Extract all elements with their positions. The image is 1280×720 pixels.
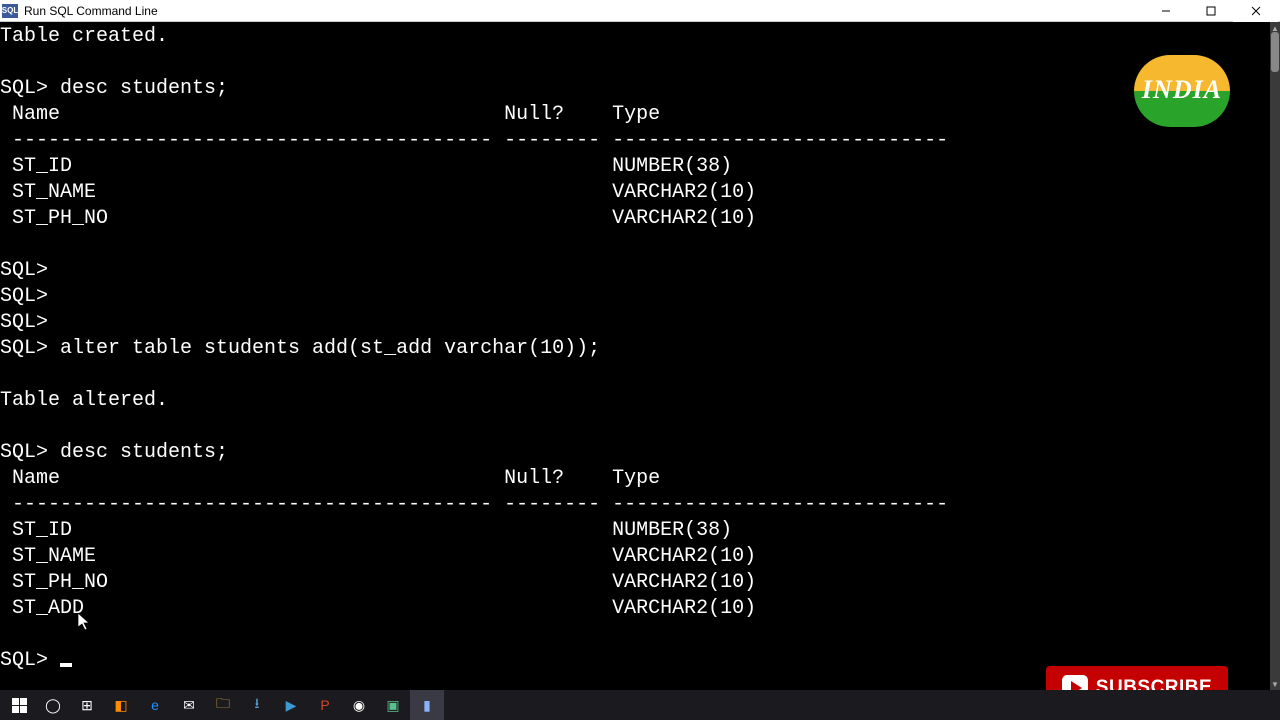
taskbar-app-edge-icon[interactable]: e bbox=[138, 690, 172, 720]
app-icon: SQL bbox=[2, 4, 18, 18]
window-controls bbox=[1143, 0, 1278, 22]
window-title: Run SQL Command Line bbox=[24, 4, 158, 18]
start-button[interactable] bbox=[2, 690, 36, 720]
minimize-button[interactable] bbox=[1143, 0, 1188, 22]
taskbar-app-explorer-icon[interactable]: 🗀 bbox=[206, 690, 240, 720]
taskbar-app-mail-icon[interactable]: ✉ bbox=[172, 690, 206, 720]
maximize-button[interactable] bbox=[1188, 0, 1233, 22]
vertical-scrollbar[interactable]: ▲ ▼ bbox=[1270, 22, 1280, 690]
india-logo: INDIA bbox=[1134, 55, 1230, 127]
cortana-icon[interactable]: ◯ bbox=[36, 690, 70, 720]
window-titlebar: SQL Run SQL Command Line bbox=[0, 0, 1280, 22]
taskbar-app-chrome-icon[interactable]: ◉ bbox=[342, 690, 376, 720]
taskbar: ◯ ⊞ ◧ e ✉ 🗀 ⭳ ▶ P ◉ ▣ ▮ bbox=[0, 690, 1280, 720]
taskbar-app-sqlcmd-icon[interactable]: ▮ bbox=[410, 690, 444, 720]
taskbar-app-xampp-icon[interactable]: ◧ bbox=[104, 690, 138, 720]
scroll-down-arrow[interactable]: ▼ bbox=[1270, 678, 1280, 690]
taskbar-app-photos-icon[interactable]: ▣ bbox=[376, 690, 410, 720]
terminal-output[interactable]: Table created. SQL> desc students; Name … bbox=[0, 22, 1270, 690]
taskbar-app-store-icon[interactable]: ⭳ bbox=[240, 690, 274, 720]
text-caret bbox=[60, 663, 72, 667]
taskbar-app-vscode-icon[interactable]: ▶ bbox=[274, 690, 308, 720]
close-button[interactable] bbox=[1233, 0, 1278, 22]
task-view-icon[interactable]: ⊞ bbox=[70, 690, 104, 720]
logo-text: INDIA bbox=[1134, 75, 1230, 105]
scrollbar-thumb[interactable] bbox=[1271, 32, 1279, 72]
taskbar-app-powerpoint-icon[interactable]: P bbox=[308, 690, 342, 720]
